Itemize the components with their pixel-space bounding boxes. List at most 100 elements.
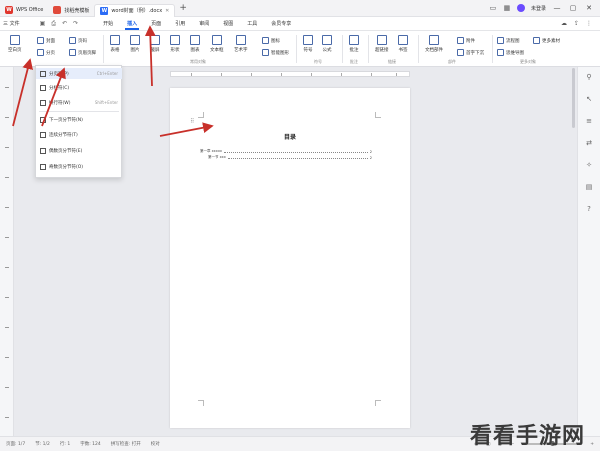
shortcut-label: Shift+Enter xyxy=(94,100,118,105)
toc-entry[interactable]: 第一章 xxxxx 2 xyxy=(200,149,372,154)
menu-item-continuous-section[interactable]: 连续分节符(T) xyxy=(36,129,122,140)
status-page[interactable]: 页面: 1/7 xyxy=(6,441,25,447)
shape-button[interactable]: 形状 xyxy=(170,35,180,53)
toc-entry[interactable]: 第一节 xxx 2 xyxy=(208,155,372,160)
translate-icon[interactable]: ⇄ xyxy=(585,139,593,147)
icon-button[interactable]: 图标 xyxy=(262,37,280,44)
avatar[interactable] xyxy=(516,4,525,12)
login-label[interactable]: 未登录 xyxy=(531,5,546,12)
cloud-icon[interactable]: ☁ xyxy=(561,20,567,27)
doc-parts-icon xyxy=(429,35,439,45)
symbol-label: 符号 xyxy=(303,48,313,53)
comment-button[interactable]: 批注 xyxy=(349,35,359,53)
cursor-icon[interactable]: ↖ xyxy=(585,95,593,103)
menu-view[interactable]: 视图 xyxy=(216,17,240,31)
ruler-tick xyxy=(5,87,9,88)
menu-item-odd-page-section[interactable]: 奇数页分节符(O) xyxy=(36,161,122,172)
bookmark-button[interactable]: 书签 xyxy=(398,35,408,53)
shape-icon xyxy=(170,35,180,45)
page-number-button[interactable]: 页码 xyxy=(69,37,87,44)
table-icon xyxy=(110,35,120,45)
menu-item-label: 连续分节符(T) xyxy=(49,132,78,138)
maximize-button[interactable]: ▢ xyxy=(568,4,578,12)
redo-icon[interactable]: ↷ xyxy=(73,20,78,28)
symbol-button[interactable]: 符号 xyxy=(303,35,313,53)
menu-tools[interactable]: 工具 xyxy=(240,17,264,31)
menu-member[interactable]: 会员专享 xyxy=(264,17,298,31)
ruler-tick xyxy=(396,73,397,76)
horizontal-ruler[interactable] xyxy=(170,71,410,77)
textbox-button[interactable]: 文本框 xyxy=(210,35,224,53)
tab-wps-office[interactable]: W WPS Office xyxy=(0,4,48,17)
magic-icon[interactable]: ✧ xyxy=(585,161,593,169)
close-tab-icon[interactable]: ✕ xyxy=(165,8,169,14)
panel-icon[interactable]: ▤ xyxy=(585,183,593,191)
new-tab-button[interactable]: + xyxy=(179,3,187,13)
attachment-button[interactable]: 附件 xyxy=(457,37,475,44)
window-layout-icon[interactable]: ▭ xyxy=(489,4,497,12)
menu-home[interactable]: 开始 xyxy=(96,17,120,31)
group-more-label: 更多对象 xyxy=(520,59,536,64)
menu-item-column-break[interactable]: 分栏符(C) xyxy=(36,82,122,93)
minimize-button[interactable]: — xyxy=(552,4,562,12)
menu-references[interactable]: 引用 xyxy=(168,17,192,31)
more-materials-icon xyxy=(533,37,540,44)
status-words[interactable]: 字数: 124 xyxy=(80,441,101,447)
menu-item-next-page-section[interactable]: 下一页分节符(N) xyxy=(36,114,122,125)
document-page[interactable]: ⠿ 目录 第一章 xxxxx 2 第一节 xxx 2 xyxy=(170,88,410,428)
more-materials-label: 更多素材 xyxy=(542,38,560,44)
menu-insert[interactable]: 插入 xyxy=(120,17,144,31)
toc-title: 目录 xyxy=(283,134,296,141)
blank-page-button[interactable]: 空白页 xyxy=(8,35,22,53)
print-icon[interactable]: ⎙ xyxy=(51,20,56,28)
menu-item-even-page-section[interactable]: 偶数页分节符(E) xyxy=(36,145,122,156)
menu-page[interactable]: 页面 xyxy=(144,17,168,31)
picture-button[interactable]: 图片 xyxy=(130,35,140,53)
more-materials-button[interactable]: 更多素材 xyxy=(533,37,560,44)
mindmap-icon xyxy=(497,49,504,56)
attachment-label: 附件 xyxy=(466,38,475,44)
menu-item-label: 分页符(P) xyxy=(49,71,69,77)
menu-item-page-break[interactable]: 分页符(P) Ctrl+Enter xyxy=(36,68,122,79)
flowchart-button[interactable]: 流程图 xyxy=(497,37,520,44)
vertical-scrollbar[interactable] xyxy=(572,68,575,128)
file-menu[interactable]: 三 文件 xyxy=(3,20,20,27)
move-handle-icon[interactable]: ⠿ xyxy=(190,118,194,125)
undo-icon[interactable]: ↶ xyxy=(62,20,67,28)
drop-cap-button[interactable]: 首字下沉 xyxy=(457,49,484,56)
smart-graphic-button[interactable]: 智能图形 xyxy=(262,49,289,56)
hyperlink-button[interactable]: 超链接 xyxy=(375,35,389,53)
chart-button[interactable]: 图表 xyxy=(190,35,200,53)
zoom-in-icon[interactable]: + xyxy=(590,442,594,447)
status-proof[interactable]: 校对 xyxy=(151,441,160,447)
menu-item-label: 换行符(W) xyxy=(49,100,71,106)
header-footer-button[interactable]: 页眉页脚 xyxy=(69,49,96,56)
wordart-button[interactable]: 艺术字 xyxy=(234,35,248,53)
arrow-to-page-break xyxy=(12,58,33,127)
tab-templates[interactable]: 找稻壳模板 xyxy=(48,4,94,17)
table-button[interactable]: 表格 xyxy=(110,35,120,53)
ruler-tick xyxy=(5,357,9,358)
filter-icon[interactable]: ⚲ xyxy=(585,73,593,81)
save-icon[interactable]: ▣ xyxy=(40,20,46,28)
close-button[interactable]: ✕ xyxy=(584,4,594,12)
title-bar: W WPS Office 找稻壳模板 W word封面（例）.docx ✕ + … xyxy=(0,0,600,17)
doc-parts-button[interactable]: 文档部件 xyxy=(425,35,443,53)
grid-icon[interactable]: ▦ xyxy=(503,4,511,12)
formula-button[interactable]: 公式 xyxy=(322,35,332,53)
mindmap-button[interactable]: 思维导图 xyxy=(497,49,524,56)
drop-cap-label: 首字下沉 xyxy=(466,50,484,56)
screenshot-button[interactable]: 截屏 xyxy=(150,35,160,53)
cover-button[interactable]: 封面 xyxy=(37,37,55,44)
more-icon[interactable]: ⋮ xyxy=(586,20,592,27)
menu-review[interactable]: 审阅 xyxy=(192,17,216,31)
share-icon[interactable]: ⇪ xyxy=(574,20,579,27)
tune-icon[interactable]: ≡ xyxy=(585,117,593,125)
menu-item-line-break[interactable]: 换行符(W) Shift+Enter xyxy=(36,97,122,108)
page-break-button[interactable]: 分页 xyxy=(37,49,55,56)
ruler-tick xyxy=(5,267,9,268)
status-spell[interactable]: 拼写检查: 打开 xyxy=(111,441,141,447)
help-icon[interactable]: ? xyxy=(585,205,593,213)
tab-document[interactable]: W word封面（例）.docx ✕ xyxy=(94,3,176,17)
cover-icon xyxy=(37,37,44,44)
